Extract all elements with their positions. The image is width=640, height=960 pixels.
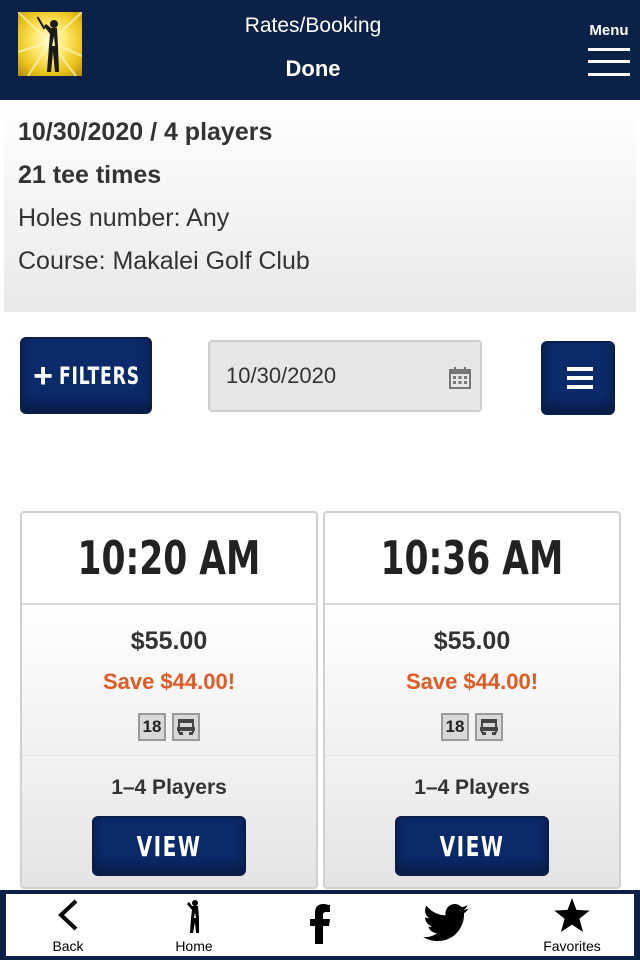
- nav-back[interactable]: Back: [28, 894, 108, 956]
- search-summary: 10/30/2020 / 4 players 21 tee times Hole…: [4, 100, 636, 312]
- calendar-icon[interactable]: [448, 366, 472, 390]
- menu-label: Menu: [589, 22, 629, 39]
- view-button[interactable]: VIEW: [92, 816, 246, 876]
- app-header: Rates/Booking Done Menu: [0, 0, 640, 100]
- holes-text: Holes number: Any: [18, 204, 230, 232]
- tee-time-card: 10:36 AM $55.00 Save $44.00! 18 1–4 Play…: [323, 511, 621, 889]
- tee-time-card: 10:20 AM $55.00 Save $44.00! 18 1–4 Play…: [20, 511, 318, 889]
- star-icon: [532, 898, 612, 932]
- savings-text: Save $44.00!: [102, 669, 236, 694]
- done-button[interactable]: Done: [200, 56, 426, 82]
- back-chevron-icon: [28, 898, 108, 932]
- golfer-logo-icon: [18, 12, 82, 76]
- price: $55.00: [130, 627, 208, 655]
- view-button[interactable]: VIEW: [395, 816, 549, 876]
- list-view-button[interactable]: [541, 341, 615, 415]
- price-section: $55.00 Save $44.00! 18: [325, 603, 619, 755]
- booking-section: 1–4 Players VIEW: [325, 755, 619, 887]
- menu-button[interactable]: Menu: [584, 22, 634, 82]
- nav-home-label: Home: [175, 938, 213, 954]
- price-section: $55.00 Save $44.00! 18: [22, 603, 316, 755]
- course-text: Course: Makalei Golf Club: [18, 247, 310, 275]
- nav-facebook[interactable]: [280, 894, 360, 956]
- nav-home[interactable]: Home: [154, 894, 234, 956]
- bottom-nav: Back Home Favorites: [0, 890, 640, 960]
- booking-section: 1–4 Players VIEW: [22, 755, 316, 887]
- price: $55.00: [433, 627, 511, 655]
- date-value: 10/30/2020: [226, 363, 337, 388]
- holes-18-icon: 18: [441, 713, 469, 741]
- date-input[interactable]: 10/30/2020: [208, 340, 482, 412]
- nav-back-label: Back: [52, 938, 84, 954]
- nav-favorites[interactable]: Favorites: [532, 894, 612, 956]
- savings-text: Save $44.00!: [405, 669, 539, 694]
- golfer-home-icon: [154, 898, 234, 934]
- cart-icon: [172, 713, 200, 741]
- nav-twitter[interactable]: [406, 894, 486, 956]
- facebook-icon: [280, 904, 360, 944]
- players-range: 1–4 Players: [111, 776, 227, 799]
- cart-icon: [475, 713, 503, 741]
- nav-favorites-label: Favorites: [543, 938, 601, 954]
- tee-times-count: 21 tee times: [18, 161, 162, 189]
- filters-button[interactable]: + FILTERS: [20, 337, 152, 414]
- players-range: 1–4 Players: [414, 776, 530, 799]
- plus-icon: +: [33, 356, 53, 395]
- page-title: Rates/Booking: [244, 14, 382, 37]
- holes-18-icon: 18: [138, 713, 166, 741]
- filters-label: FILTERS: [58, 361, 140, 390]
- tee-time: 10:36 AM: [380, 531, 564, 585]
- twitter-icon: [406, 904, 486, 942]
- date-players-text: 10/30/2020 / 4 players: [18, 118, 273, 146]
- tee-time: 10:20 AM: [77, 531, 261, 585]
